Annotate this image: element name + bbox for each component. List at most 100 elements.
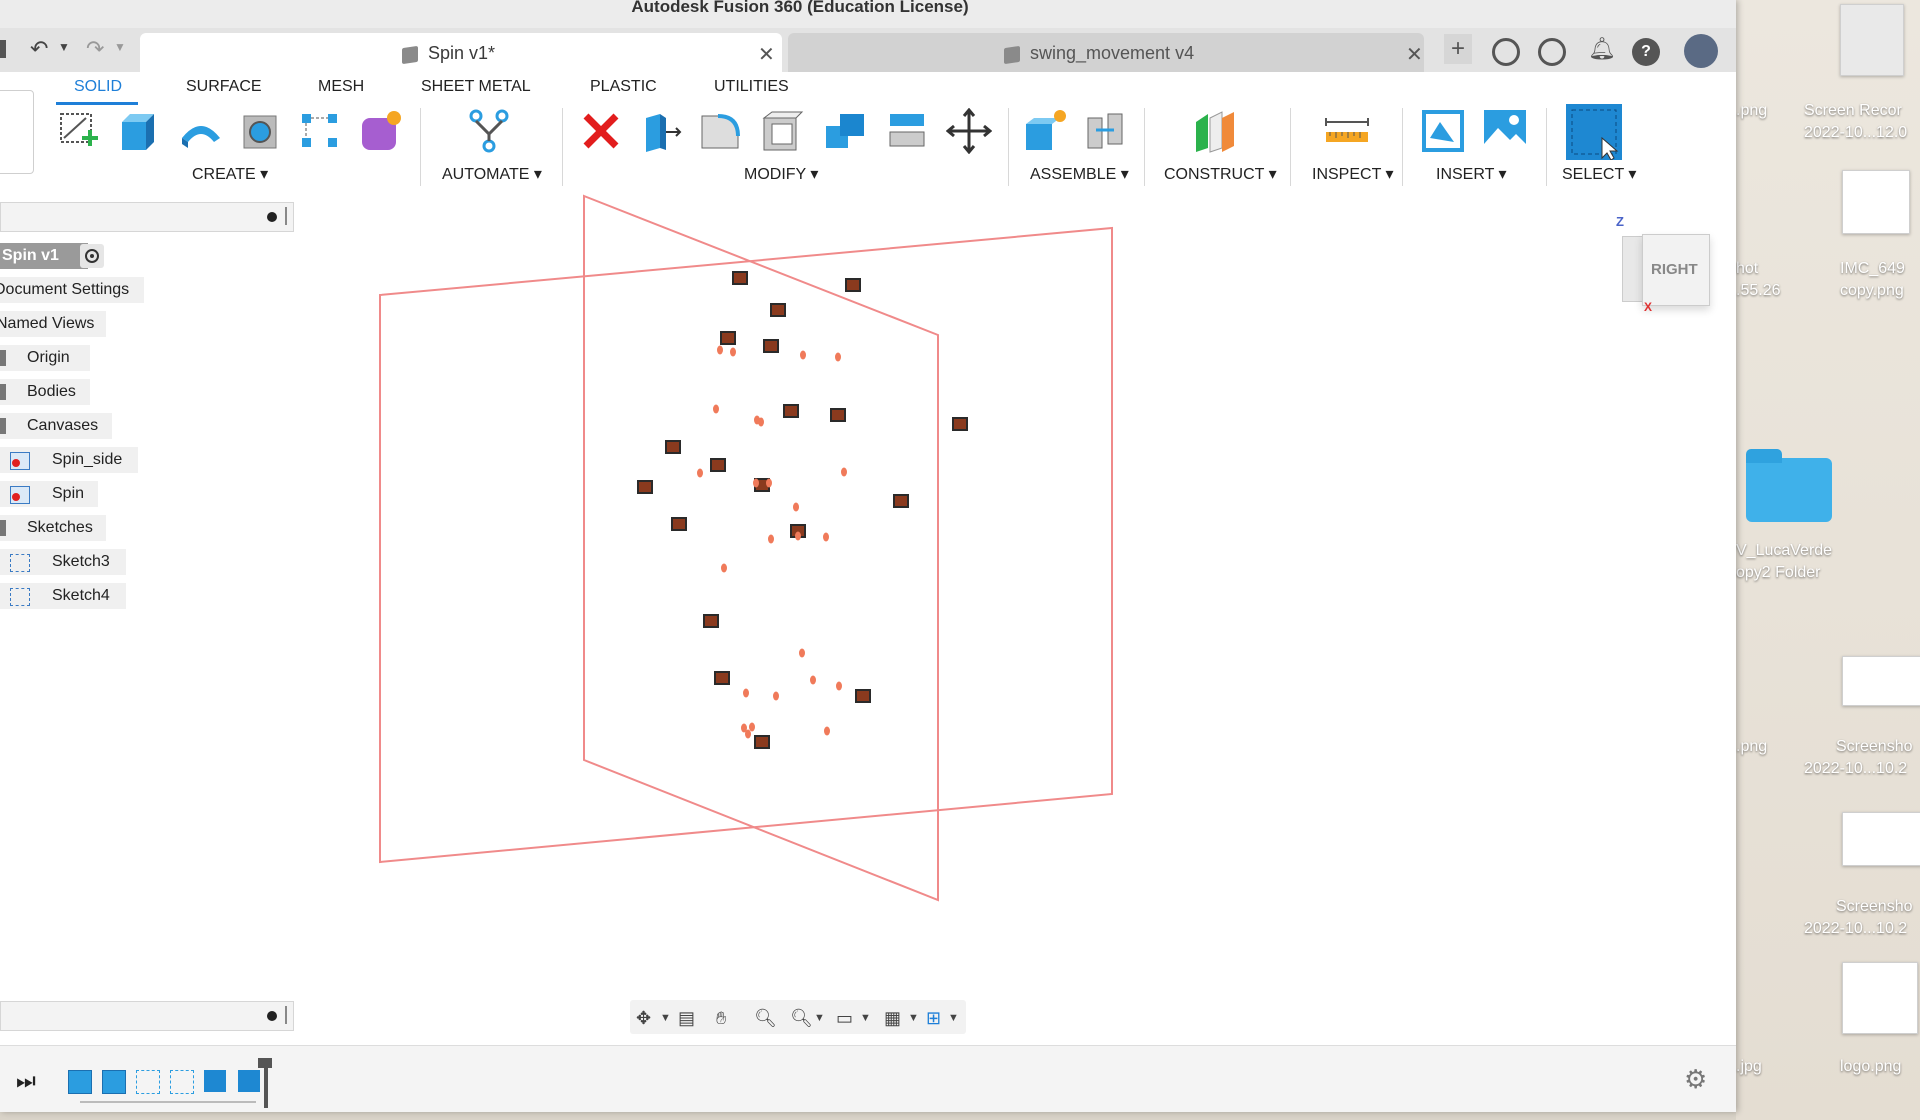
folder-icon[interactable] — [1746, 449, 1832, 522]
modify-group-label[interactable]: MODIFY ▾ — [744, 164, 818, 184]
redo-dropdown-icon[interactable]: ▼ — [114, 40, 126, 54]
zoom-window-icon[interactable]: 🔍︎ — [790, 1008, 813, 1029]
help-icon[interactable]: ? — [1632, 38, 1660, 66]
new-component-icon[interactable] — [1022, 108, 1068, 154]
timeline-body-icon[interactable] — [238, 1070, 260, 1092]
design-viewport[interactable] — [0, 190, 1736, 1045]
revolve-icon[interactable] — [178, 108, 224, 154]
comments-expand-icon[interactable] — [267, 1011, 277, 1021]
user-avatar[interactable] — [1684, 34, 1718, 68]
inspect-group-label[interactable]: INSPECT ▾ — [1312, 164, 1394, 184]
timeline-sketch-icon[interactable] — [170, 1070, 194, 1094]
joint-icon[interactable] — [1082, 108, 1128, 154]
combine-icon[interactable] — [822, 108, 868, 154]
browser-item-canvases[interactable]: Canvases — [0, 413, 112, 439]
undo-dropdown-icon[interactable]: ▼ — [58, 40, 70, 54]
press-pull-icon[interactable] — [638, 108, 684, 154]
desktop-label-1: Screen Recor — [1804, 102, 1902, 119]
browser-item-spin[interactable]: Spin — [0, 481, 98, 507]
create-sketch-icon[interactable] — [56, 108, 102, 154]
separator — [562, 108, 563, 186]
tab-sheet-metal[interactable]: SHEET METAL — [421, 78, 531, 96]
orbit-dropdown-icon[interactable]: ▼ — [660, 1012, 671, 1024]
zoom-icon[interactable]: 🔍︎ — [754, 1008, 777, 1029]
save-icon[interactable] — [0, 40, 6, 58]
grid-dropdown-icon[interactable]: ▼ — [908, 1012, 919, 1024]
viewcube-face-right[interactable]: RIGHT — [1642, 234, 1710, 306]
display-dropdown-icon[interactable]: ▼ — [860, 1012, 871, 1024]
split-body-icon[interactable] — [884, 108, 930, 154]
assemble-group-label[interactable]: ASSEMBLE ▾ — [1030, 164, 1129, 184]
offset-plane-icon[interactable] — [1192, 108, 1238, 154]
tab-surface[interactable]: SURFACE — [186, 78, 262, 96]
zoom-dropdown-icon[interactable]: ▼ — [814, 1012, 825, 1024]
automate-group-label[interactable]: AUTOMATE ▾ — [442, 164, 542, 184]
construct-group-label[interactable]: CONSTRUCT ▾ — [1164, 164, 1277, 184]
browser-item-sketch4[interactable]: Sketch4 — [0, 583, 126, 609]
browser-item-sketch3[interactable]: Sketch3 — [0, 549, 126, 575]
viewports-dropdown-icon[interactable]: ▼ — [948, 1012, 959, 1024]
screenshot-thumbnail-1[interactable] — [1842, 656, 1920, 706]
browser-item-document-settings[interactable]: Document Settings — [0, 277, 144, 303]
timeline-sketch-icon[interactable] — [136, 1070, 160, 1094]
viewports-icon[interactable]: ⊞ — [926, 1008, 941, 1029]
timeline-play-end-icon[interactable]: ⏭︎ — [16, 1068, 36, 1094]
timeline-extrude-icon[interactable] — [204, 1070, 226, 1092]
measure-icon[interactable] — [1324, 108, 1370, 154]
rectangular-pattern-icon[interactable] — [298, 108, 344, 154]
select-icon[interactable] — [1566, 104, 1622, 160]
timeline-canvas-icon[interactable] — [102, 1070, 126, 1094]
extrude-icon[interactable] — [116, 108, 162, 154]
redo-icon[interactable]: ↷ — [86, 36, 104, 62]
hole-icon[interactable] — [238, 108, 284, 154]
tab-solid[interactable]: SOLID — [74, 78, 122, 96]
select-group-label[interactable]: SELECT ▾ — [1562, 164, 1636, 184]
tab-spin-v1[interactable]: Spin v1* ✕ — [140, 33, 782, 72]
timeline-marker-head[interactable] — [258, 1058, 272, 1068]
logo-thumbnail[interactable] — [1842, 962, 1918, 1034]
screenshot-thumbnail-2[interactable] — [1842, 812, 1920, 866]
automate-icon[interactable] — [466, 108, 512, 154]
close-tab-icon[interactable]: ✕ — [1406, 42, 1423, 67]
tab-mesh[interactable]: MESH — [318, 78, 364, 96]
timeline-settings-gear-icon[interactable]: ⚙︎ — [1684, 1064, 1707, 1095]
fillet-icon[interactable] — [698, 108, 744, 154]
notifications-bell-icon[interactable]: 🔔︎ — [1588, 36, 1616, 62]
screen-recording-thumbnail[interactable] — [1840, 4, 1904, 76]
undo-icon[interactable]: ↶ — [30, 36, 48, 62]
browser-item-bodies[interactable]: Bodies — [0, 379, 90, 405]
workspace-switcher[interactable] — [0, 90, 34, 174]
browser-pin-icon[interactable] — [285, 207, 287, 225]
delete-icon[interactable] — [578, 108, 624, 154]
browser-collapse-icon[interactable] — [267, 212, 277, 222]
grid-snap-icon[interactable]: ▦ — [884, 1008, 901, 1029]
tab-utilities[interactable]: UTILITIES — [714, 78, 789, 96]
insert-decal-icon[interactable] — [1420, 108, 1466, 154]
browser-item-sketches[interactable]: Sketches — [0, 515, 106, 541]
move-copy-icon[interactable] — [946, 108, 992, 154]
create-form-icon[interactable] — [358, 108, 404, 154]
tab-swing-movement[interactable]: swing_movement v4 ✕ — [788, 33, 1424, 72]
shell-icon[interactable] — [760, 108, 806, 154]
look-at-icon[interactable]: ▤ — [678, 1008, 695, 1029]
pan-hand-icon[interactable]: ✋︎ — [716, 1008, 726, 1029]
browser-item-named-views[interactable]: Named Views — [0, 311, 106, 337]
timeline-canvas-icon[interactable] — [68, 1070, 92, 1094]
browser-root-item[interactable]: Spin v1 — [0, 243, 88, 269]
orbit-icon[interactable]: ✥ — [636, 1008, 651, 1029]
clock-icon[interactable] — [1538, 38, 1566, 66]
sync-icon[interactable] — [1492, 38, 1520, 66]
new-tab-icon[interactable]: + — [1444, 34, 1472, 64]
comments-pin-icon[interactable] — [285, 1006, 287, 1024]
display-settings-icon[interactable]: ▭ — [836, 1008, 853, 1029]
browser-item-spin-side[interactable]: Spin_side — [0, 447, 138, 473]
browser-item-origin[interactable]: Origin — [0, 345, 90, 371]
tab-plastic[interactable]: PLASTIC — [590, 78, 657, 96]
create-group-label[interactable]: CREATE ▾ — [192, 164, 268, 184]
close-tab-icon[interactable]: ✕ — [758, 42, 775, 67]
insert-canvas-icon[interactable] — [1482, 108, 1528, 154]
active-radio-icon[interactable] — [80, 244, 104, 268]
img-thumbnail[interactable] — [1842, 170, 1910, 234]
viewcube[interactable]: Z RIGHT X — [1612, 214, 1712, 314]
insert-group-label[interactable]: INSERT ▾ — [1436, 164, 1507, 184]
